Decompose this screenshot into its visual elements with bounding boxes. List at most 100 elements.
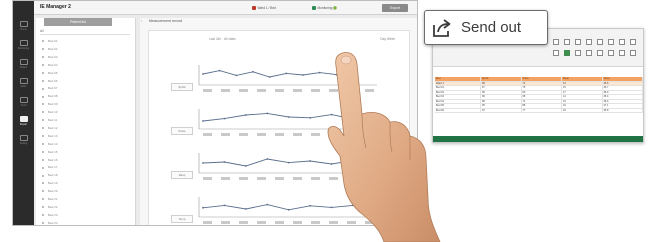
range-toggle[interactable]: Day Week xyxy=(380,37,395,41)
list-item[interactable]: Bed 12 xyxy=(42,125,128,132)
list-item-label: Bed 18 xyxy=(48,173,58,178)
list-item[interactable]: Bed 20 xyxy=(42,188,128,195)
list-item[interactable]: Bed 16 xyxy=(42,157,128,164)
list-bullet-icon xyxy=(42,214,44,216)
list-item[interactable]: Bed 23 xyxy=(42,212,128,219)
trend-line xyxy=(202,70,354,78)
ribbon-button-icon[interactable] xyxy=(553,39,559,45)
trend-point xyxy=(287,208,290,211)
ribbon-button-icon[interactable] xyxy=(575,50,581,56)
trend-tick-label xyxy=(203,133,212,136)
trend-tick-label xyxy=(275,177,284,180)
list-item[interactable]: Bed 10 xyxy=(42,109,128,116)
trend-point xyxy=(266,158,269,160)
ribbon-button-icon[interactable] xyxy=(586,39,592,45)
send-out-callout[interactable]: Send out xyxy=(424,10,548,45)
ribbon-button-icon[interactable] xyxy=(608,50,614,56)
sheet-cell[interactable]: 16 xyxy=(562,108,603,113)
list-bullet-icon xyxy=(42,190,44,193)
list-item[interactable]: Bed 08 xyxy=(42,93,128,100)
trend-tick-label xyxy=(347,89,356,92)
list-item[interactable]: Bed 18 xyxy=(42,172,128,179)
list-item[interactable]: Bed 02 xyxy=(42,46,128,53)
list-item[interactable]: Bed 19 xyxy=(42,180,128,187)
ribbon-button-icon[interactable] xyxy=(575,39,581,45)
trend-point xyxy=(285,72,288,75)
list-item-label: Bed 23 xyxy=(48,212,58,217)
trend-tick-label xyxy=(239,221,248,224)
ribbon-button-icon[interactable] xyxy=(619,39,625,45)
list-filter-select[interactable]: All xyxy=(40,28,130,35)
trend-line xyxy=(202,158,354,167)
list-item[interactable]: Bed 21 xyxy=(42,196,128,203)
list-item[interactable]: Bed 11 xyxy=(42,117,128,124)
list-item[interactable]: Bed 15 xyxy=(42,149,128,156)
rail-item-alarm[interactable]: Alarm xyxy=(16,78,31,94)
rail-item-report[interactable]: Report xyxy=(16,116,31,132)
list-header-button[interactable]: Patient list xyxy=(44,18,112,26)
list-bullet-icon xyxy=(42,150,44,153)
ribbon-button-icon[interactable] xyxy=(586,50,592,56)
rail-item-trend[interactable]: Trend xyxy=(16,97,31,113)
trend-tick-label xyxy=(257,221,266,224)
list-item[interactable]: Bed 14 xyxy=(42,141,128,148)
list-bullet-icon xyxy=(42,95,44,98)
trend-point xyxy=(252,70,254,73)
trend-tick-label xyxy=(239,89,248,92)
trend-line xyxy=(202,112,354,122)
trend-point xyxy=(309,116,312,119)
sheet-cell[interactable]: Bed 06 xyxy=(435,108,481,113)
list-item[interactable]: Bed 03 xyxy=(42,54,128,61)
rail-item-patient[interactable]: Patient xyxy=(16,59,31,75)
list-item[interactable]: Bed 04 xyxy=(42,62,128,69)
list-item[interactable]: Bed 07 xyxy=(42,85,128,92)
sheet-cell[interactable]: 97 xyxy=(481,108,522,113)
trend-point xyxy=(244,208,247,210)
ribbon-button-icon[interactable] xyxy=(630,50,636,56)
trend-tick-label xyxy=(239,177,248,180)
panel-tab-title[interactable]: Measurement record xyxy=(149,19,182,23)
trend-row-label: Resp xyxy=(171,171,193,179)
trend-point xyxy=(318,71,321,74)
list-item[interactable]: Bed 17 xyxy=(42,164,128,171)
ribbon-button-icon[interactable] xyxy=(553,50,559,56)
monitor-icon xyxy=(312,6,316,10)
list-item[interactable]: Bed 01 xyxy=(42,38,128,45)
rail-item-monitoring[interactable]: Monitoring xyxy=(16,40,31,56)
ribbon-button-icon[interactable] xyxy=(597,39,603,45)
trend-tick-label xyxy=(293,177,302,180)
trend-point xyxy=(330,163,333,165)
ribbon-button-icon[interactable] xyxy=(608,39,614,45)
list-item[interactable]: Bed 13 xyxy=(42,133,128,140)
trend-tick-label xyxy=(293,133,302,136)
list-item-label: Bed 22 xyxy=(48,204,58,209)
patient-list-panel: Patient list All Bed 01 Bed 02 Bed 03 Bed 0… xyxy=(36,18,136,225)
rail-item-setting[interactable]: Setting xyxy=(16,135,31,151)
sheet-cell[interactable]: 77 xyxy=(521,108,562,113)
ribbon-button-icon[interactable] xyxy=(564,50,570,56)
list-bullet-icon xyxy=(42,63,44,66)
trend-tick-label xyxy=(257,133,266,136)
ribbon-button-icon[interactable] xyxy=(597,50,603,56)
list-item[interactable]: Bed 06 xyxy=(42,78,128,85)
list-item[interactable]: Bed 05 xyxy=(42,70,128,77)
trend-series-1 xyxy=(198,65,377,92)
list-item-label: Bed 06 xyxy=(48,78,58,83)
ribbon-button-icon[interactable] xyxy=(619,50,625,56)
list-item[interactable]: Bed 24 xyxy=(42,220,128,225)
sheet-cell[interactable]: 36.8 xyxy=(602,108,643,113)
list-item-label: Bed 03 xyxy=(48,54,58,59)
alarm-icon xyxy=(19,78,28,84)
trend-tick-label xyxy=(365,89,374,92)
ribbon-button-icon[interactable] xyxy=(564,39,570,45)
export-button[interactable]: Export xyxy=(382,4,408,12)
trend-point xyxy=(218,69,221,72)
list-item[interactable]: Bed 22 xyxy=(42,204,128,211)
rail-item-home[interactable]: Home xyxy=(16,21,31,37)
trend-point xyxy=(223,117,226,120)
list-item[interactable]: Bed 09 xyxy=(42,101,128,108)
trend-point xyxy=(352,204,354,207)
trend-tick-label xyxy=(293,221,302,224)
ribbon-button-icon[interactable] xyxy=(630,39,636,45)
collapse-chevron-icon[interactable]: ‹ xyxy=(141,19,142,23)
